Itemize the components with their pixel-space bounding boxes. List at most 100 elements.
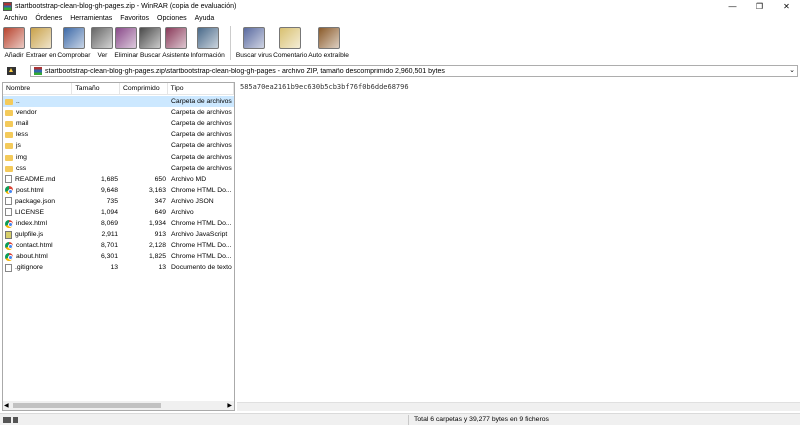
file-name: LICENSE [15, 208, 45, 216]
file-type: Documento de texto [171, 264, 232, 272]
menu-ordenes[interactable]: Órdenes [31, 15, 66, 22]
table-row[interactable]: about.html 6,301 1,825 Chrome HTML Do... [3, 251, 234, 262]
info-icon [196, 27, 219, 49]
toolbar-button-label: Eliminar [114, 52, 139, 59]
toolbar-button-find-binoculars[interactable]: Buscar [139, 24, 162, 59]
file-name: about.html [16, 253, 48, 261]
table-row[interactable]: README.md 1,685 650 Archivo MD [3, 174, 234, 185]
file-name-cell: css [3, 163, 73, 174]
status-icons [3, 416, 23, 423]
toolbar-button-info[interactable]: Información [190, 24, 225, 59]
toolbar-button-label: Información [190, 52, 225, 59]
file-size: 2,911 [101, 231, 118, 239]
file-name-cell: .. [3, 96, 73, 107]
menu-ayuda[interactable]: Ayuda [191, 15, 219, 22]
comment-horizontal-scrollbar[interactable] [237, 402, 800, 411]
toolbar-button-add-archive[interactable]: Añadir [3, 24, 25, 59]
file-name: js [16, 142, 21, 150]
find-binoculars-icon [139, 27, 162, 49]
column-header-size[interactable]: Tamaño [72, 83, 120, 94]
file-name: index.html [16, 220, 47, 228]
file-size: 8,069 [100, 220, 118, 228]
menu-archivo[interactable]: Archivo [0, 15, 31, 22]
extract-to-icon [30, 27, 53, 49]
test-icon [62, 27, 85, 49]
address-bar: startbootstrap-clean-blog-gh-pages.zip\s… [0, 63, 800, 79]
table-row[interactable]: css Carpeta de archivos [3, 163, 234, 174]
up-folder-button[interactable] [4, 65, 18, 77]
file-type: Carpeta de archivos [171, 98, 232, 106]
view-glasses-icon [91, 27, 114, 49]
table-row[interactable]: .. Carpeta de archivos [3, 96, 234, 108]
scroll-left-icon[interactable]: ◀ [4, 402, 9, 409]
table-row[interactable]: .gitignore 13 13 Documento de texto [3, 262, 234, 273]
scroll-right-icon[interactable]: ▶ [227, 402, 232, 409]
file-name: package.json [15, 197, 56, 205]
table-row[interactable]: img Carpeta de archivos [3, 151, 234, 162]
file-name: img [16, 153, 27, 161]
file-type: Carpeta de archivos [171, 131, 232, 139]
file-type: Carpeta de archivos [171, 153, 232, 161]
table-row[interactable]: gulpfile.js 2,911 913 Archivo JavaScript [3, 229, 234, 240]
file-list-pane: Nombre Tamaño Comprimido Tipo .. Carpeta … [2, 82, 235, 411]
table-row[interactable]: post.html 9,648 3,163 Chrome HTML Do... [3, 185, 234, 196]
folder-up-icon [5, 99, 13, 106]
toolbar-button-virus-scan[interactable]: Buscar virus [236, 24, 272, 59]
menu-favoritos[interactable]: Favoritos [116, 15, 153, 22]
file-name-cell: .gitignore [3, 262, 73, 273]
column-header-packed[interactable]: Comprimido [120, 83, 168, 94]
horizontal-scrollbar[interactable]: ◀ ▶ [3, 401, 234, 410]
chevron-down-icon[interactable]: ⌄ [789, 66, 795, 74]
table-row[interactable]: index.html 8,069 1,934 Chrome HTML Do... [3, 218, 234, 229]
file-name: less [16, 131, 29, 139]
file-type: Carpeta de archivos [171, 109, 232, 117]
table-row[interactable]: js Carpeta de archivos [3, 140, 234, 151]
column-header-type[interactable]: Tipo [168, 83, 234, 94]
toolbar-button-delete[interactable]: Eliminar [114, 24, 138, 59]
scrollbar-thumb[interactable] [13, 403, 161, 408]
doc-icon [5, 208, 12, 217]
toolbar-button-extract-to[interactable]: Extraer en [26, 24, 56, 59]
file-size: 13 [110, 264, 118, 272]
file-type: Archivo JavaScript [171, 231, 228, 239]
menu-opciones[interactable]: Opciones [153, 15, 191, 22]
file-size: 9,648 [100, 186, 118, 194]
column-header-name[interactable]: Nombre [3, 83, 73, 94]
winrar-app-icon [3, 2, 12, 11]
file-type: Archivo JSON [171, 197, 214, 205]
table-row[interactable]: vendor Carpeta de archivos [3, 107, 234, 118]
table-row[interactable]: contact.html 8,701 2,128 Chrome HTML Do... [3, 240, 234, 251]
key-icon [13, 416, 18, 423]
close-button[interactable]: ✕ [773, 0, 800, 13]
table-row[interactable]: less Carpeta de archivos [3, 129, 234, 140]
toolbar-button-label: Comentario [273, 52, 308, 59]
toolbar-button-wizard[interactable]: Asistente [162, 24, 189, 59]
menu-herramientas[interactable]: Herramientas [66, 15, 116, 22]
file-name-cell: LICENSE [3, 207, 73, 218]
minimize-button[interactable]: — [719, 0, 746, 13]
toolbar-button-test[interactable]: Comprobar [57, 24, 90, 59]
file-packed-size: 13 [158, 264, 166, 272]
file-name: gulpfile.js [15, 231, 44, 239]
file-type: Chrome HTML Do... [171, 220, 232, 228]
maximize-button[interactable]: ❐ [746, 0, 773, 13]
file-name: .. [16, 98, 20, 106]
table-row[interactable]: package.json 735 347 Archivo JSON [3, 196, 234, 207]
chrome-html-icon [5, 252, 13, 261]
toolbar-button-sfx[interactable]: Auto extraíble [308, 24, 349, 59]
toolbar-button-comment[interactable]: Comentario [273, 24, 307, 59]
toolbar: Añadir Extraer en Comprobar Ver Eliminar Busc… [0, 24, 800, 62]
table-row[interactable]: mail Carpeta de archivos [3, 118, 234, 129]
table-row[interactable]: LICENSE 1,094 649 Archivo [3, 207, 234, 218]
file-name: vendor [16, 109, 37, 117]
file-packed-size: 1,825 [148, 253, 166, 261]
chrome-html-icon [5, 186, 13, 195]
path-field[interactable]: startbootstrap-clean-blog-gh-pages.zip\s… [30, 65, 798, 77]
file-name-cell: index.html [3, 218, 73, 229]
drive-icon [3, 416, 11, 423]
toolbar-button-view-glasses[interactable]: Ver [91, 24, 114, 59]
file-type: Archivo [171, 208, 194, 216]
archive-comment: 585a70ea2161b9ec630b5cb3bf76f0b6dde68796 [240, 83, 409, 91]
file-name: mail [16, 120, 29, 128]
window-title: startbootstrap-clean-blog-gh-pages.zip -… [15, 3, 237, 10]
